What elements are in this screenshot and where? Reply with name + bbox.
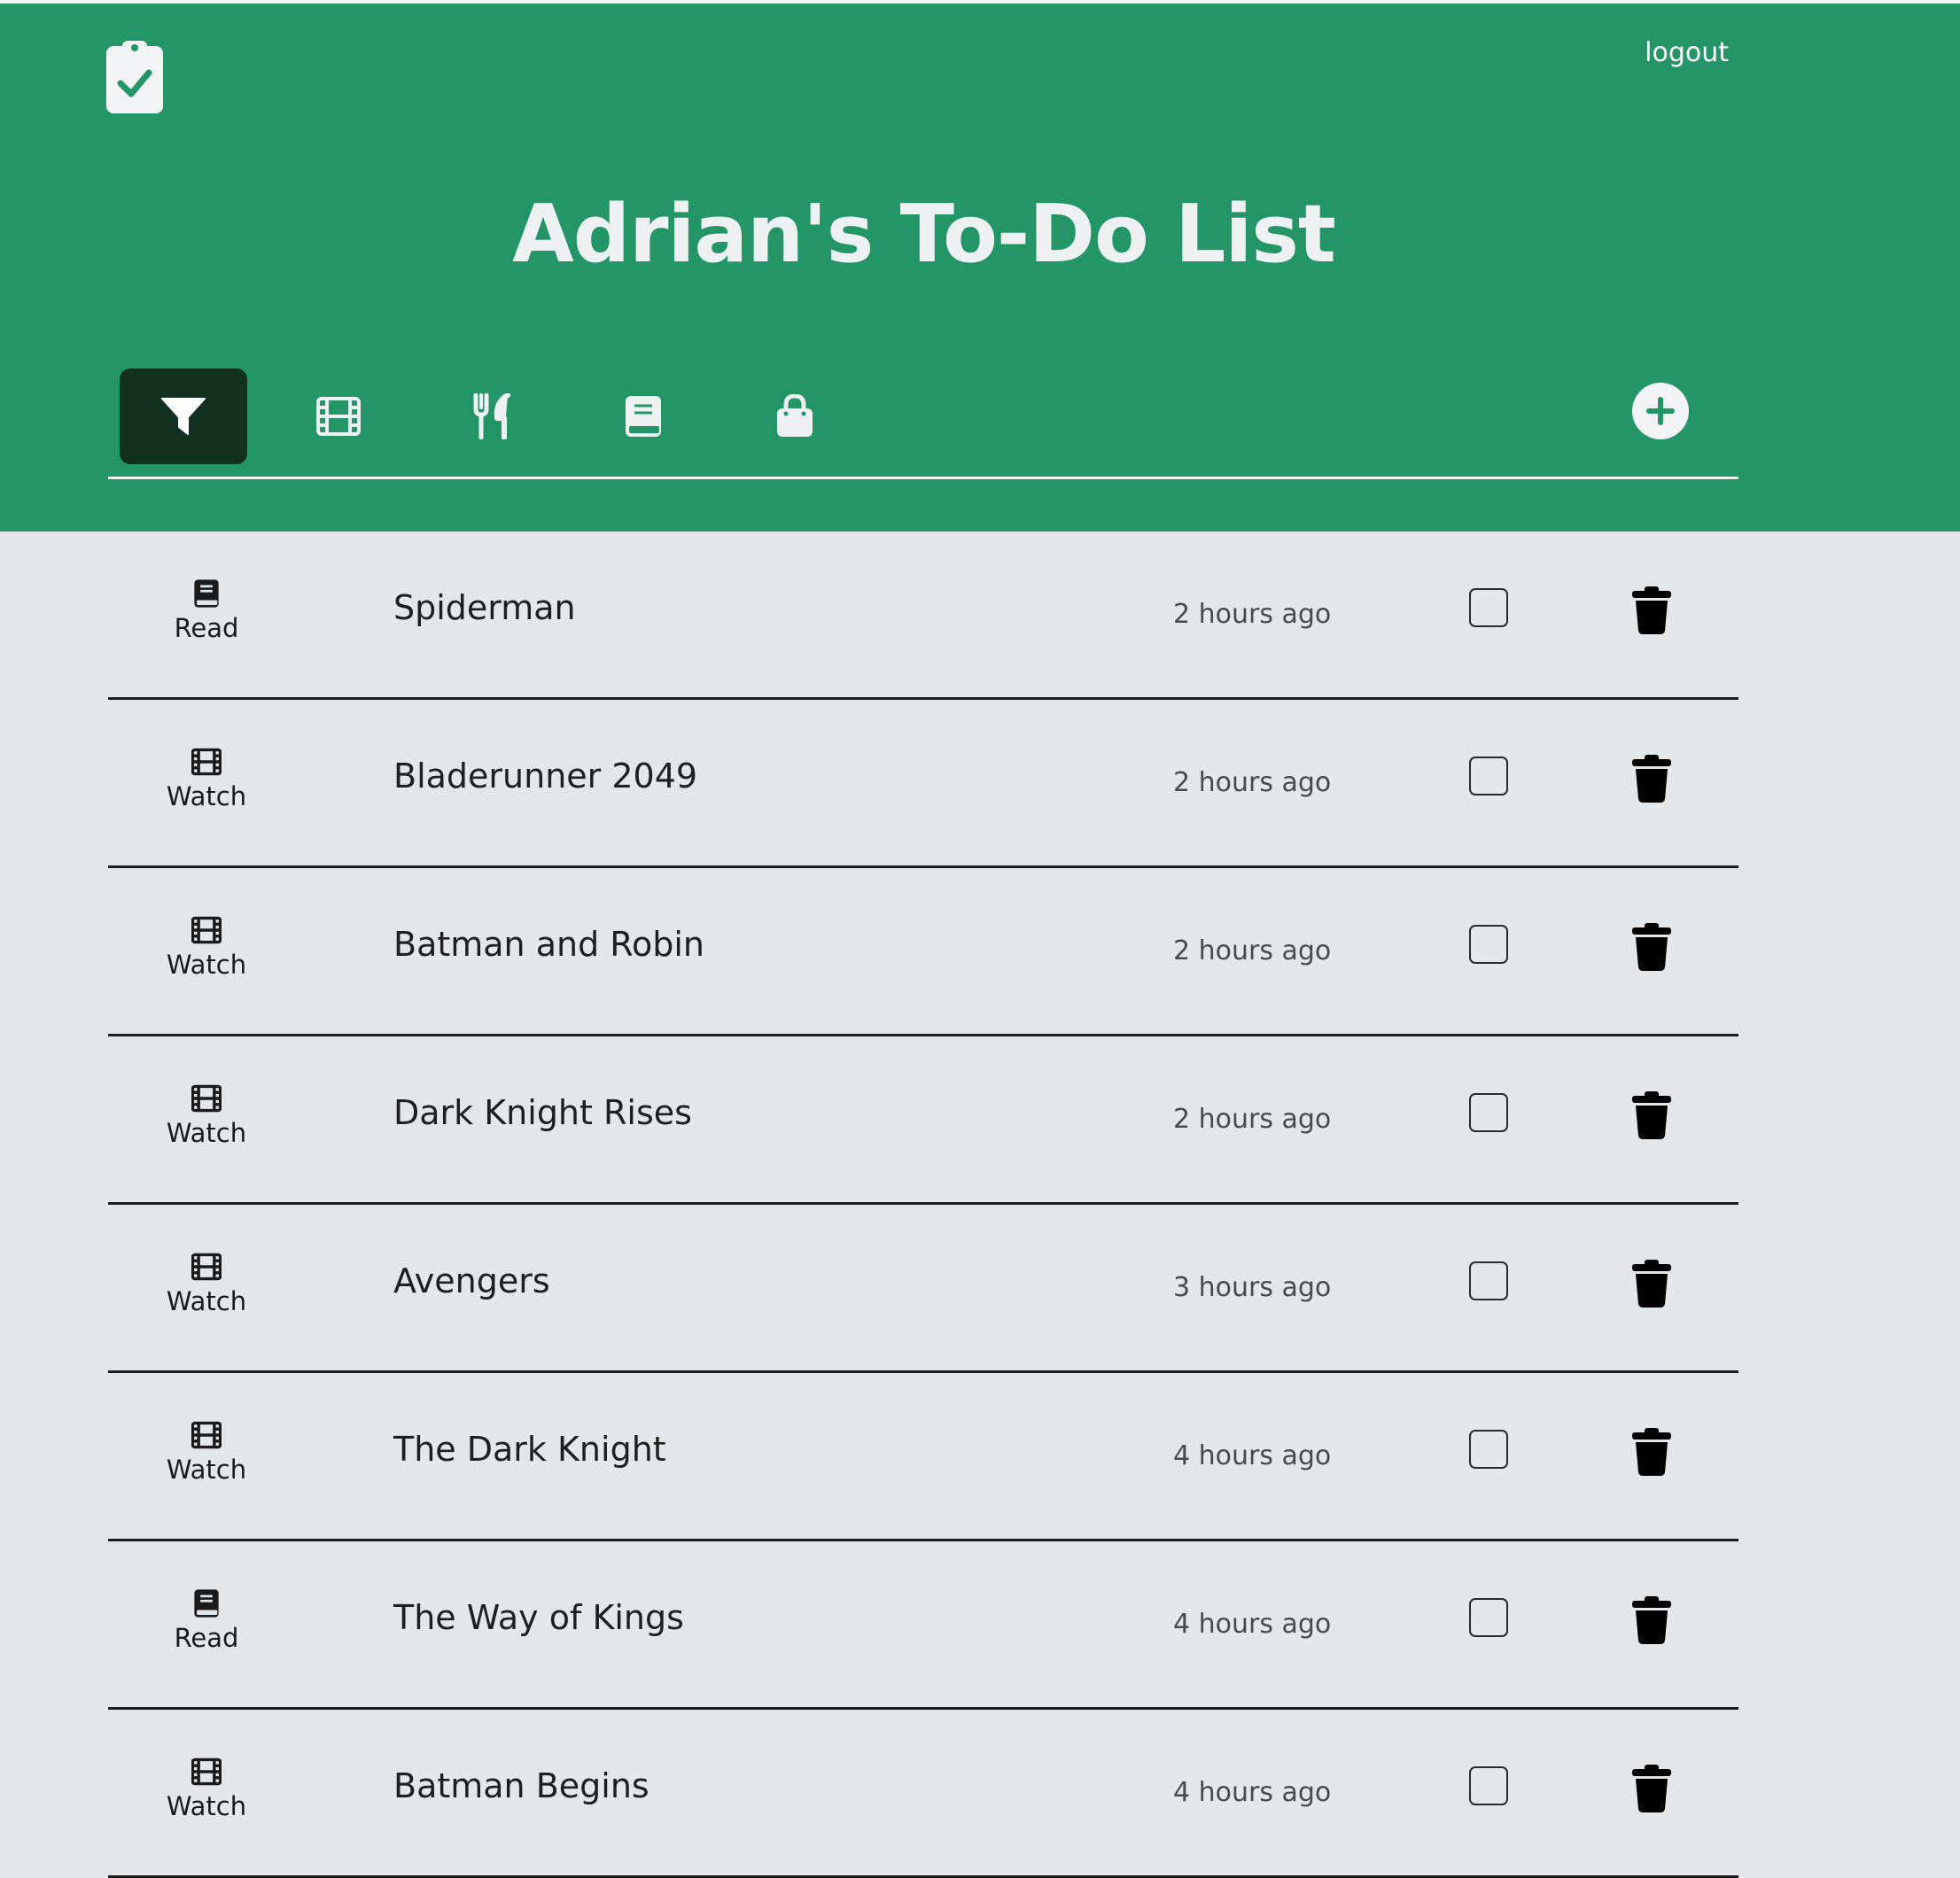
category-badge: Watch [108, 746, 305, 811]
category-label: Watch [166, 1455, 247, 1485]
trash-icon[interactable] [1632, 1428, 1671, 1476]
todo-row: Watch Bladerunner 2049 2 hours ago [108, 700, 1738, 868]
todo-row: Watch Batman and Robin 2 hours ago [108, 868, 1738, 1036]
todo-title: Batman Begins [393, 1766, 649, 1805]
trash-icon[interactable] [1632, 586, 1671, 634]
category-badge: Watch [108, 914, 305, 980]
film-icon [191, 1253, 222, 1281]
todo-timestamp: 2 hours ago [1173, 935, 1332, 966]
film-icon [191, 1421, 222, 1449]
book-icon [626, 396, 661, 437]
film-icon [191, 916, 222, 944]
trash-icon[interactable] [1632, 923, 1671, 971]
category-badge: Read [108, 1587, 305, 1653]
film-icon [191, 748, 222, 776]
filter-divider [108, 477, 1738, 479]
todo-title: The Dark Knight [393, 1430, 666, 1469]
todo-title: Spiderman [393, 588, 576, 627]
todo-title: Dark Knight Rises [393, 1093, 692, 1132]
todo-done-checkbox[interactable] [1469, 1093, 1508, 1132]
trash-icon[interactable] [1632, 755, 1671, 803]
film-icon [316, 397, 361, 436]
category-label: Watch [166, 1118, 247, 1148]
filter-shop-button[interactable] [731, 369, 859, 464]
todo-timestamp: 4 hours ago [1173, 1440, 1332, 1471]
category-badge: Watch [108, 1419, 305, 1485]
category-badge: Read [108, 578, 305, 643]
category-badge: Watch [108, 1083, 305, 1148]
filter-read-button[interactable] [579, 369, 707, 464]
todo-done-checkbox[interactable] [1469, 1430, 1508, 1469]
trash-icon[interactable] [1632, 1765, 1671, 1812]
todo-timestamp: 2 hours ago [1173, 599, 1332, 630]
category-label: Watch [166, 1286, 247, 1316]
plus-icon [1646, 397, 1675, 425]
shopping-bag-icon [777, 394, 813, 437]
film-icon [191, 1758, 222, 1786]
add-todo-button[interactable] [1632, 383, 1689, 439]
category-label: Watch [166, 1791, 247, 1821]
clipboard-check-icon [106, 41, 163, 113]
todo-done-checkbox[interactable] [1469, 1766, 1508, 1805]
filter-icon [161, 398, 206, 435]
todo-timestamp: 4 hours ago [1173, 1609, 1332, 1640]
todo-row: Read The Way of Kings 4 hours ago [108, 1541, 1738, 1710]
trash-icon[interactable] [1632, 1091, 1671, 1139]
todo-done-checkbox[interactable] [1469, 1598, 1508, 1637]
todo-done-checkbox[interactable] [1469, 1261, 1508, 1300]
film-icon [191, 1084, 222, 1113]
category-label: Watch [166, 781, 247, 811]
trash-icon[interactable] [1632, 1260, 1671, 1308]
category-label: Read [174, 1623, 239, 1653]
todo-row: Read Spiderman 2 hours ago [108, 532, 1738, 700]
category-badge: Watch [108, 1756, 305, 1821]
trash-icon[interactable] [1632, 1596, 1671, 1644]
utensils-icon [473, 393, 510, 439]
todo-title: The Way of Kings [393, 1598, 684, 1637]
todo-timestamp: 2 hours ago [1173, 1104, 1332, 1135]
todo-timestamp: 4 hours ago [1173, 1777, 1332, 1808]
todo-row: Watch Avengers 3 hours ago [108, 1205, 1738, 1373]
todo-title: Batman and Robin [393, 925, 704, 964]
todo-timestamp: 2 hours ago [1173, 767, 1332, 798]
category-badge: Watch [108, 1251, 305, 1316]
todo-timestamp: 3 hours ago [1173, 1272, 1332, 1303]
todo-done-checkbox[interactable] [1469, 757, 1508, 795]
filter-watch-button[interactable] [275, 369, 402, 464]
todo-title: Bladerunner 2049 [393, 757, 698, 795]
category-label: Read [174, 613, 239, 643]
logout-link[interactable]: logout [1645, 37, 1729, 68]
category-filter-bar [108, 365, 1738, 479]
todo-done-checkbox[interactable] [1469, 925, 1508, 964]
todo-title: Avengers [393, 1261, 550, 1300]
todo-list: Read Spiderman 2 hours ago Watch Bladerunner… [108, 532, 1738, 1878]
todo-row: Watch Dark Knight Rises 2 hours ago [108, 1036, 1738, 1205]
todo-row: Watch Batman Begins 4 hours ago [108, 1710, 1738, 1878]
todo-done-checkbox[interactable] [1469, 588, 1508, 627]
page-title: Adrian's To-Do List [512, 188, 1336, 281]
filter-eat-button[interactable] [429, 369, 556, 464]
todo-row: Watch The Dark Knight 4 hours ago [108, 1373, 1738, 1541]
category-label: Watch [166, 950, 247, 980]
book-icon [194, 579, 219, 608]
filter-all-button[interactable] [120, 369, 247, 464]
book-icon [194, 1589, 219, 1618]
app-header: logout Adrian's To-Do List [0, 4, 1960, 532]
